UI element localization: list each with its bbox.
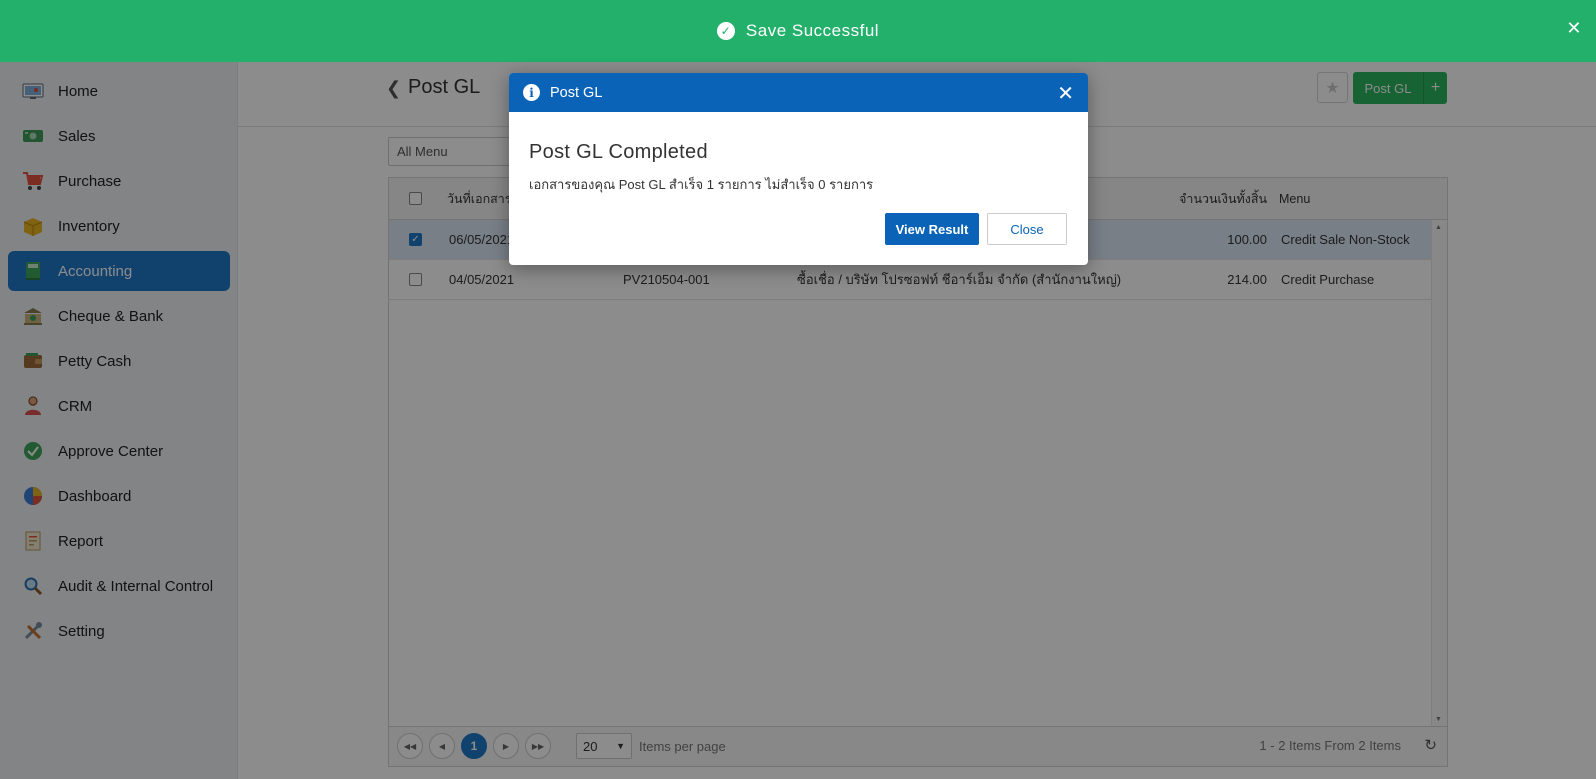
close-button[interactable]: Close xyxy=(987,213,1067,245)
dialog-message: เอกสารของคุณ Post GL สำเร็จ 1 รายการ ไม่… xyxy=(529,177,874,192)
toast-message: Save Successful xyxy=(745,21,880,40)
dialog-header-title: Post GL xyxy=(550,84,603,101)
success-toast: ✓ Save Successful ✕ xyxy=(0,0,1596,62)
post-gl-dialog: i Post GL ✕ Post GL Completed เอกสารของค… xyxy=(509,73,1088,265)
dialog-header: i Post GL ✕ xyxy=(509,73,1088,112)
close-icon[interactable]: ✕ xyxy=(1566,18,1582,39)
close-icon[interactable]: ✕ xyxy=(1057,81,1074,106)
check-circle-icon: ✓ xyxy=(716,22,735,40)
dialog-title: Post GL Completed xyxy=(529,141,708,163)
info-icon: i xyxy=(523,84,540,101)
view-result-button[interactable]: View Result xyxy=(885,213,979,245)
